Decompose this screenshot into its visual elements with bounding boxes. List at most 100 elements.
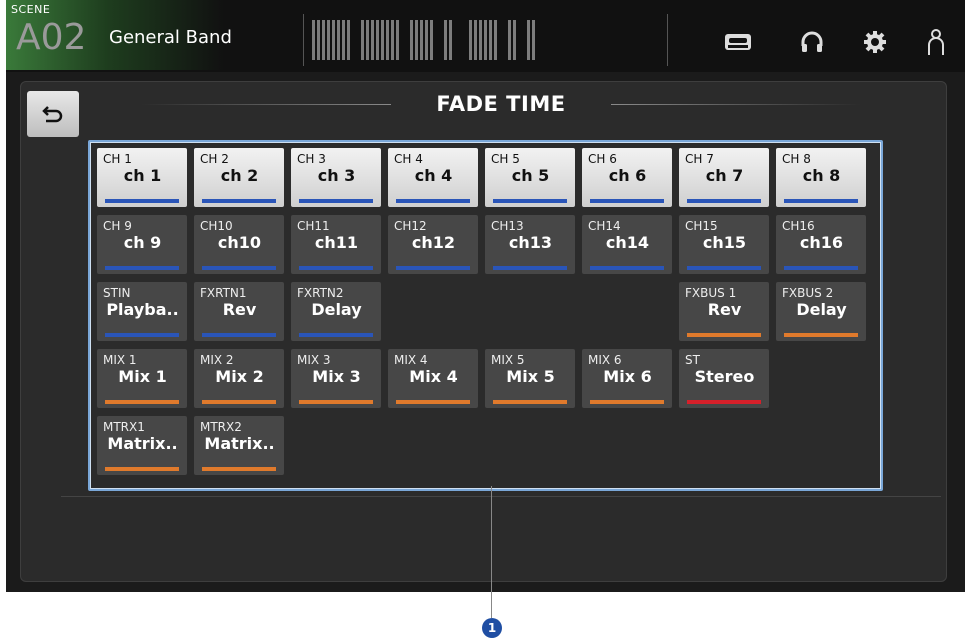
channel-name-label: Mix 2 [215, 367, 264, 386]
gear-icon[interactable] [857, 24, 893, 60]
scene-selector[interactable]: SCENE A02 General Band [6, 0, 296, 70]
top-bar: SCENE A02 General Band [6, 0, 965, 72]
meter-bar [494, 20, 497, 60]
back-button[interactable] [27, 91, 79, 137]
channel-tile[interactable]: CH14 ch14 [582, 215, 672, 274]
channel-color-bar [784, 266, 858, 270]
callout-marker: 1 [482, 618, 502, 638]
channel-name-label: Mix 1 [118, 367, 167, 386]
channel-tile[interactable]: CH 8 ch 8 [776, 148, 866, 207]
meter-bar [484, 20, 487, 60]
channel-id-label: CH 4 [394, 152, 423, 166]
channel-color-bar [202, 199, 276, 203]
channel-name-label: ch 7 [705, 166, 744, 185]
channel-tile[interactable]: STIN Playba.. [97, 282, 187, 341]
channel-tile[interactable]: CH13 ch13 [485, 215, 575, 274]
channel-color-bar [687, 400, 761, 404]
channel-name-label: Mix 4 [409, 367, 458, 386]
channel-name-label: ch 8 [802, 166, 841, 185]
channel-name-label: ch 5 [511, 166, 550, 185]
channel-id-label: MIX 2 [200, 353, 234, 367]
channel-tile[interactable]: CH11 ch11 [291, 215, 381, 274]
channel-id-label: CH 2 [200, 152, 229, 166]
meter-bar [347, 20, 350, 60]
channel-color-bar [299, 266, 373, 270]
meter-bar [489, 20, 492, 60]
channel-tile[interactable]: MIX 2 Mix 2 [194, 349, 284, 408]
meter-bar [337, 20, 340, 60]
channel-name-label: Mix 3 [312, 367, 361, 386]
channel-tile[interactable]: ST Stereo [679, 349, 769, 408]
channel-tile[interactable]: CH 9 ch 9 [97, 215, 187, 274]
channel-id-label: CH 6 [588, 152, 617, 166]
channel-tile[interactable]: MIX 6 Mix 6 [582, 349, 672, 408]
meter-bar [327, 20, 330, 60]
channel-id-label: CH16 [782, 219, 815, 233]
channel-tile[interactable]: MIX 1 Mix 1 [97, 349, 187, 408]
channel-tile[interactable]: FXRTN2 Delay [291, 282, 381, 341]
meter-bar [312, 20, 315, 60]
channel-tile[interactable]: MIX 3 Mix 3 [291, 349, 381, 408]
channel-tile[interactable]: CH15 ch15 [679, 215, 769, 274]
channel-color-bar [493, 266, 567, 270]
channel-color-bar [202, 333, 276, 337]
mixer-app-window: SCENE A02 General Band FADE TIME CH 1 ch… [6, 0, 965, 592]
channel-id-label: MIX 1 [103, 353, 137, 367]
channel-tile[interactable]: FXBUS 2 Delay [776, 282, 866, 341]
channel-tile[interactable]: CH 1 ch 1 [97, 148, 187, 207]
channel-tile[interactable]: CH12 ch12 [388, 215, 478, 274]
channel-color-bar [784, 199, 858, 203]
channel-tile[interactable]: CH 6 ch 6 [582, 148, 672, 207]
channel-tile[interactable]: MTRX1 Matrix.. [97, 416, 187, 475]
meter-bridge[interactable] [303, 14, 668, 66]
channel-color-bar [105, 467, 179, 471]
meter-bar [342, 20, 345, 60]
channel-tile[interactable]: CH16 ch16 [776, 215, 866, 274]
channel-tile[interactable]: MTRX2 Matrix.. [194, 416, 284, 475]
channel-id-label: FXBUS 1 [685, 286, 737, 300]
back-arrow-icon [42, 106, 63, 123]
meter-bar [474, 20, 477, 60]
channel-name-label: ch13 [508, 233, 553, 252]
channel-color-bar [396, 199, 470, 203]
meter-bar [361, 20, 364, 60]
channel-tile[interactable]: CH 7 ch 7 [679, 148, 769, 207]
channel-color-bar [105, 199, 179, 203]
channel-name-label: Rev [222, 300, 257, 319]
channel-tile[interactable]: CH 4 ch 4 [388, 148, 478, 207]
channel-color-bar [687, 266, 761, 270]
channel-tile[interactable]: FXRTN1 Rev [194, 282, 284, 341]
meter-bar [322, 20, 325, 60]
channel-color-bar [299, 199, 373, 203]
channel-color-bar [299, 333, 373, 337]
channel-id-label: MTRX1 [103, 420, 145, 434]
channel-id-label: STIN [103, 286, 131, 300]
user-icon[interactable] [918, 24, 954, 60]
meter-bar [532, 20, 535, 60]
channel-name-label: ch16 [799, 233, 844, 252]
meter-bar [410, 20, 413, 60]
meter-bars [312, 20, 535, 60]
headphones-icon[interactable] [794, 24, 830, 60]
channel-tile[interactable]: CH 3 ch 3 [291, 148, 381, 207]
channel-tile[interactable]: MIX 5 Mix 5 [485, 349, 575, 408]
meter-bar [396, 20, 399, 60]
channel-id-label: FXRTN2 [297, 286, 344, 300]
channel-tile[interactable]: FXBUS 1 Rev [679, 282, 769, 341]
channel-name-label: Matrix.. [204, 434, 275, 453]
title-row: FADE TIME [141, 92, 861, 122]
meter-bar [444, 20, 447, 60]
channel-tile[interactable]: CH10 ch10 [194, 215, 284, 274]
channel-name-label: Mix 5 [506, 367, 555, 386]
channel-tile[interactable]: CH 2 ch 2 [194, 148, 284, 207]
channel-color-bar [105, 266, 179, 270]
channel-id-label: CH11 [297, 219, 330, 233]
panel-divider [61, 496, 941, 497]
channel-name-label: Delay [796, 300, 847, 319]
channel-tile[interactable]: CH 5 ch 5 [485, 148, 575, 207]
channel-color-bar [784, 333, 858, 337]
callout-leader-line [491, 486, 492, 618]
meter-bar [371, 20, 374, 60]
recorder-icon[interactable] [720, 24, 756, 60]
channel-tile[interactable]: MIX 4 Mix 4 [388, 349, 478, 408]
